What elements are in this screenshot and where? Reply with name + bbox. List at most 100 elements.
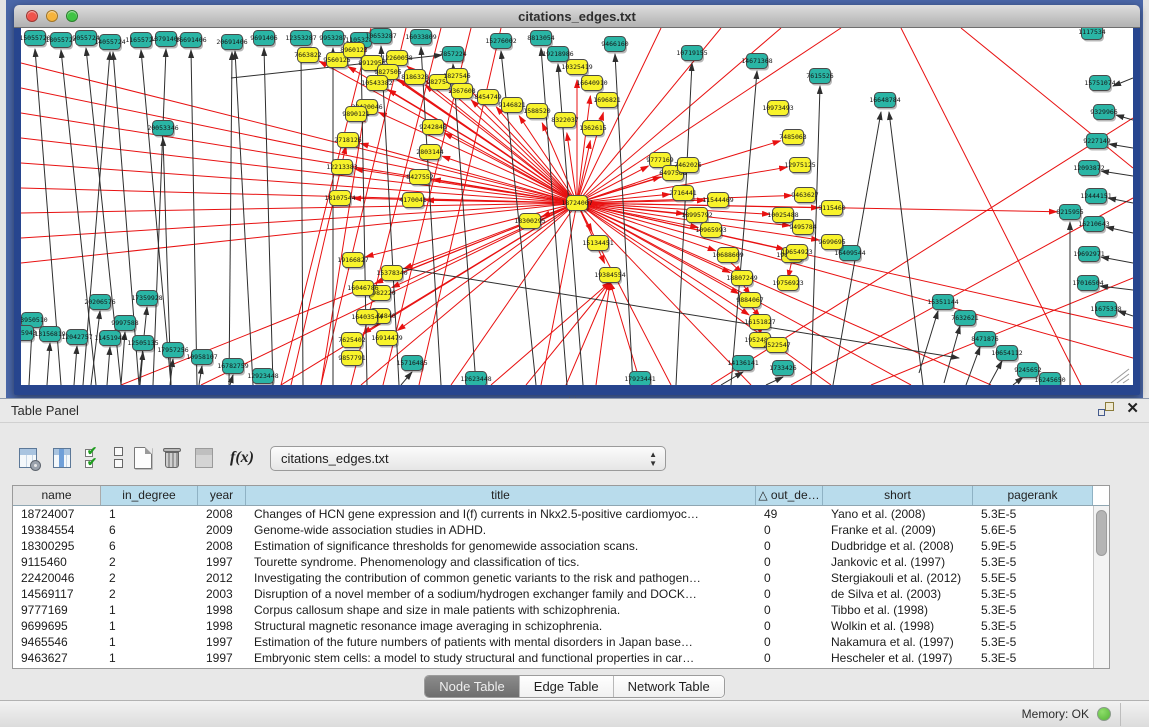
- graph-node[interactable]: 9890121: [342, 107, 369, 124]
- table-row[interactable]: 946554611997Estimation of the future num…: [13, 634, 1093, 650]
- graph-node[interactable]: 16648784: [869, 93, 900, 110]
- table-row[interactable]: 969969511998Structural magnetic resonanc…: [13, 618, 1093, 634]
- graph-node[interactable]: 15716485: [396, 356, 427, 373]
- graph-node[interactable]: 1733426: [769, 361, 796, 378]
- graph-node[interactable]: 10973493: [762, 101, 793, 118]
- graph-node[interactable]: 20053346: [147, 121, 178, 138]
- graph-node[interactable]: 15351144: [927, 295, 958, 312]
- graph-node[interactable]: 9953287: [319, 31, 346, 48]
- graph-node[interactable]: 14055724: [94, 35, 125, 52]
- graph-node[interactable]: 7663822: [294, 48, 321, 65]
- graph-node[interactable]: 19166827: [337, 253, 368, 270]
- column-header-in_degree[interactable]: in_degree: [101, 486, 198, 505]
- tab-network-table[interactable]: Network Table: [614, 676, 724, 697]
- graph-node[interactable]: 19384554: [594, 268, 625, 285]
- table-selector-dropdown[interactable]: citations_edges.txt ▲▼: [270, 446, 666, 471]
- graph-node[interactable]: 1362615: [579, 121, 606, 138]
- graph-node[interactable]: 20691406: [216, 35, 247, 52]
- graph-node[interactable]: 11451940: [94, 331, 125, 348]
- graph-node[interactable]: 2522547: [763, 338, 790, 355]
- graph-node[interactable]: 18807249: [726, 271, 757, 288]
- graph-node[interactable]: 17359928: [131, 291, 162, 308]
- graph-node[interactable]: 9227149: [1083, 134, 1110, 151]
- table-row[interactable]: 1456911722003Disruption of a novel membe…: [13, 586, 1093, 602]
- graph-node[interactable]: 10325419: [561, 60, 592, 77]
- table-row[interactable]: 977716911998Corpus callosum shape and si…: [13, 602, 1093, 618]
- canvas-resize-grip-icon[interactable]: [1111, 369, 1129, 383]
- table-row[interactable]: 2242004622012Investigating the contribut…: [13, 570, 1093, 586]
- graph-node[interactable]: 8215955: [1056, 205, 1083, 222]
- graph-node[interactable]: 7615526: [806, 69, 833, 86]
- graph-node[interactable]: 9699695: [818, 235, 845, 252]
- memory-ok-indicator[interactable]: [1097, 707, 1111, 721]
- table-row[interactable]: 1830029562008Estimation of significance …: [13, 538, 1093, 554]
- column-header-out_de[interactable]: △ out_de…: [756, 486, 823, 505]
- graph-node[interactable]: 2718126: [334, 133, 361, 150]
- graph-node[interactable]: 16403544: [351, 310, 382, 327]
- create-column-icon[interactable]: [134, 447, 152, 469]
- graph-node[interactable]: 17923441: [624, 372, 655, 386]
- graph-node[interactable]: 18107544: [324, 191, 355, 208]
- graph-node[interactable]: 9466160: [601, 37, 628, 54]
- graph-node[interactable]: 16914479: [371, 331, 402, 348]
- table-row[interactable]: 1938455462009Genome-wide association stu…: [13, 522, 1093, 538]
- delete-column-icon[interactable]: [162, 446, 182, 470]
- graph-node[interactable]: 9884067: [736, 293, 763, 310]
- graph-node[interactable]: 9115460: [818, 201, 845, 218]
- graph-node[interactable]: 15751074: [1084, 76, 1115, 93]
- graph-node[interactable]: 15134451: [582, 236, 613, 253]
- graph-node[interactable]: 4170041: [399, 193, 426, 210]
- graph-node[interactable]: 19692971: [1073, 247, 1104, 264]
- graph-node[interactable]: 1588520: [523, 104, 550, 121]
- graph-node[interactable]: 7485063: [779, 130, 806, 147]
- graph-node[interactable]: 16033809: [405, 30, 436, 47]
- graph-node[interactable]: 9691406: [250, 31, 277, 48]
- graph-node[interactable]: 16691406: [175, 33, 206, 50]
- graph-node[interactable]: 12042757: [61, 330, 92, 347]
- graph-node[interactable]: 9463627: [791, 188, 818, 205]
- column-header-title[interactable]: title: [246, 486, 756, 505]
- graph-node[interactable]: 19756923: [772, 276, 803, 293]
- graph-node[interactable]: 8322037: [551, 113, 578, 130]
- graph-node[interactable]: 2803144: [416, 145, 443, 162]
- graph-node[interactable]: 15276002: [485, 34, 516, 51]
- graph-node[interactable]: 16782759: [217, 359, 248, 376]
- column-header-year[interactable]: year: [198, 486, 246, 505]
- graph-node[interactable]: 9495784: [789, 220, 816, 237]
- graph-node[interactable]: 9857791: [338, 351, 365, 368]
- graph-node[interactable]: 17016504: [1072, 276, 1103, 293]
- graph-node[interactable]: 12505135: [127, 336, 158, 353]
- graph-node[interactable]: 10543382: [361, 76, 392, 93]
- table-row[interactable]: 911546021997Tourette syndrome. Phenomeno…: [13, 554, 1093, 570]
- graph-node[interactable]: 1696821: [593, 93, 620, 110]
- select-columns-icon[interactable]: ✔ ✔: [84, 446, 104, 470]
- table-row[interactable]: 946362711997Embryonic stem cells: a mode…: [13, 650, 1093, 666]
- float-panel-icon[interactable]: [1098, 402, 1114, 416]
- graph-node[interactable]: 11675338: [1090, 302, 1121, 319]
- graph-node[interactable]: 10688609: [712, 248, 743, 265]
- table-row[interactable]: 1872400712008Changes of HCN gene express…: [13, 506, 1093, 522]
- graph-node[interactable]: 9146821: [498, 98, 525, 115]
- graph-node[interactable]: 16640910: [576, 76, 607, 93]
- graph-node[interactable]: 12975125: [784, 158, 815, 175]
- column-header-name[interactable]: name: [13, 486, 101, 505]
- graph-node[interactable]: 9242848: [419, 120, 446, 137]
- graph-node[interactable]: 18995792: [681, 208, 712, 225]
- show-columns-icon[interactable]: [50, 447, 74, 469]
- graph-node[interactable]: 10958107: [186, 350, 217, 367]
- column-header-pagerank[interactable]: pagerank: [973, 486, 1093, 505]
- graph-node[interactable]: 17957256: [157, 343, 188, 360]
- citation-network-graph[interactable]: 1505572018055724905572414055724116557241…: [21, 28, 1133, 385]
- row-height-icon[interactable]: [114, 446, 124, 470]
- graph-node[interactable]: 10654112: [991, 346, 1022, 363]
- graph-node[interactable]: 12353287: [285, 31, 316, 48]
- scrollbar-thumb[interactable]: [1096, 510, 1107, 556]
- graph-node[interactable]: 16046786: [347, 281, 378, 298]
- graph-node[interactable]: 15378340: [376, 266, 407, 283]
- vertical-scrollbar[interactable]: [1093, 506, 1109, 668]
- graph-node[interactable]: 7632621: [951, 311, 978, 328]
- graph-node[interactable]: 2367608: [448, 84, 475, 101]
- graph-node[interactable]: 16210643: [1078, 217, 1109, 234]
- graph-node[interactable]: 8471876: [971, 332, 998, 349]
- graph-node[interactable]: 9329966: [1090, 105, 1117, 122]
